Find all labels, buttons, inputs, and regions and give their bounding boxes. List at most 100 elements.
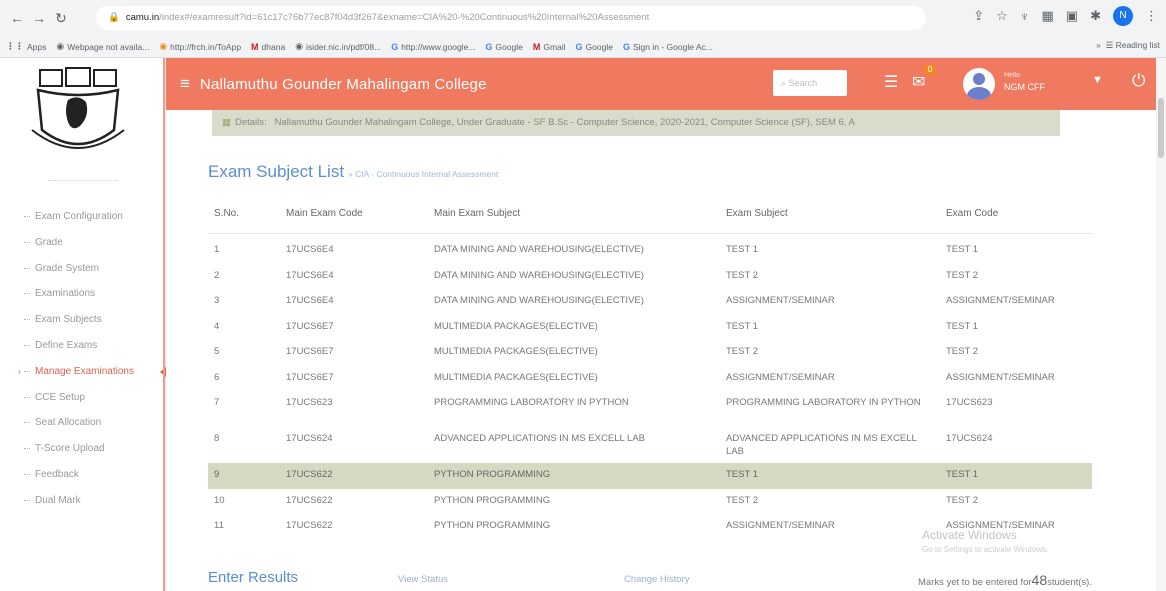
list-icon[interactable]: ☰ [884,72,898,92]
forward-icon[interactable]: → [28,10,50,26]
sidebar-item-seat-allocation[interactable]: Seat Allocation [0,410,166,436]
search-icon: ⌕ [781,78,787,88]
college-logo [31,67,125,149]
bookmark[interactable]: G Sign in - Google Ac... [623,42,713,52]
results-footer: Enter Results View Status Change History… [208,566,1092,590]
table-row[interactable]: 3 17UCS6E4 DATA MINING AND WAREHOUSING(E… [208,289,1092,315]
back-icon[interactable]: ← [6,10,28,26]
cell-exam-code: ASSIGNMENT/SEMINAR [946,371,1055,383]
cell-sno: 1 [214,244,220,255]
puzzle-icon[interactable]: ✱ [1090,8,1101,24]
table-header: S.No. Main Exam Code Main Exam Subject E… [208,196,1092,234]
reload-icon[interactable]: ↻ [50,10,72,27]
page-scrollbar[interactable] [1156,58,1166,591]
cell-main-exam-code: 17UCS623 [286,397,333,408]
hamburger-menu-icon[interactable]: ≡ [180,74,190,94]
bookmark-apps[interactable]: ⋮⋮ Apps [6,41,46,52]
bookmark[interactable]: M Gmail [533,42,566,52]
menu-kebab-icon[interactable]: ⋮ [1145,8,1158,24]
mail-icon[interactable]: ✉ [912,72,925,92]
address-bar[interactable]: 🔒 camu.in/index#/examresult?id=61c17c76b7… [96,6,926,30]
table-row[interactable]: 1 17UCS6E4 DATA MINING AND WAREHOUSING(E… [208,238,1092,264]
apps-grid-icon: ⋮⋮ [6,41,24,51]
globe-icon: ◉ [56,41,65,51]
extension-icon[interactable]: ♆ [1020,9,1030,24]
bookmark[interactable]: Mdhana [251,42,285,52]
user-name[interactable]: NGM CFF [1004,82,1045,92]
cell-sno: 7 [214,397,220,408]
cell-sno: 2 [214,269,220,281]
change-history-link[interactable]: Change History [624,574,689,585]
cell-main-exam-code: 17UCS6E7 [286,320,334,332]
cell-main-exam-code: 17UCS6E7 [286,346,334,357]
top-header: ≡ Nallamuthu Gounder Mahalingam College … [166,58,1166,110]
table-row[interactable]: 5 17UCS6E7 MULTIMEDIA PACKAGES(ELECTIVE)… [208,340,1092,366]
gmail-icon: M [251,41,259,52]
table-row[interactable]: 7 17UCS623 PROGRAMMING LABORATORY IN PYT… [208,391,1092,427]
cell-main-exam-subject: ADVANCED APPLICATIONS IN MS EXCELL LAB [434,433,645,444]
cell-main-exam-code: 17UCS6E4 [286,244,334,255]
table-row[interactable]: 2 17UCS6E4 DATA MINING AND WAREHOUSING(E… [208,264,1092,290]
bookmark[interactable]: G Google [485,42,522,52]
profile-avatar[interactable]: N [1113,6,1133,26]
view-status-link[interactable]: View Status [398,574,448,585]
avatar[interactable] [963,68,995,100]
table-row[interactable]: 10 17UCS622 PYTHON PROGRAMMING TEST 2 TE… [208,489,1092,515]
marks-pending-count: 48 [1031,572,1048,588]
cell-main-exam-subject: DATA MINING AND WAREHOUSING(ELECTIVE) [434,269,644,281]
share-icon[interactable]: ⇪ [973,8,984,24]
bookmark[interactable]: Ghttp://www.google... [391,42,475,52]
power-icon[interactable]: ⏻ [1132,71,1145,91]
windows-activation-title: Activate Windows [922,528,1017,542]
extension-icon[interactable]: ▣ [1066,8,1078,24]
windows-activation-hint: Go to Settings to activate Windows. [922,545,1049,554]
google-icon: G [485,41,493,52]
sidebar-item-grade[interactable]: Grade [0,230,166,256]
table-row[interactable]: 6 17UCS6E7 MULTIMEDIA PACKAGES(ELECTIVE)… [208,366,1092,392]
cell-sno: 10 [214,494,225,506]
bookmark[interactable]: ◉ isider.nic.in/pdf/08... [295,41,381,52]
google-icon: G [391,41,399,52]
table-row[interactable]: 8 17UCS624 ADVANCED APPLICATIONS IN MS E… [208,427,1092,463]
sidebar-item-exam-configuration[interactable]: Exam Configuration [0,204,166,230]
enter-results-link[interactable]: Enter Results [208,569,298,586]
column-header-main-exam-code: Main Exam Code [286,208,363,219]
sidebar-item-manage-examinations[interactable]: › Manage Examinations [0,359,166,385]
cell-exam-subject: TEST 1 [726,320,759,332]
bookmark[interactable]: ◉ http://frch.in/ToApp [159,41,241,52]
sidebar-rail [163,58,165,591]
breadcrumb[interactable]: » CIA - Continuous Internal Assessment [348,169,498,179]
cell-exam-subject: TEST 2 [726,269,759,281]
table-row[interactable]: 4 17UCS6E7 MULTIMEDIA PACKAGES(ELECTIVE)… [208,315,1092,341]
cell-exam-subject: TEST 2 [726,494,759,506]
chevron-right-icon: › [18,366,21,376]
cell-exam-subject: ASSIGNMENT/SEMINAR [726,520,835,531]
bookmark-star-icon[interactable]: ☆ [996,8,1008,24]
sidebar: Exam Configuration Grade Grade System Ex… [0,58,166,591]
site-icon: ◉ [159,41,168,51]
bookmark[interactable]: ◉ Webpage not availa... [56,41,149,52]
sidebar-item-grade-system[interactable]: Grade System [0,256,166,282]
sidebar-item-feedback[interactable]: Feedback [0,462,166,488]
sidebar-item-exam-subjects[interactable]: Exam Subjects [0,307,166,333]
extension-icon[interactable]: ▦ [1042,8,1054,24]
table-row-selected[interactable]: 9 17UCS622 PYTHON PROGRAMMING TEST 1 TES… [208,463,1092,489]
sidebar-item-dual-mark[interactable]: Dual Mark [0,488,166,514]
search-input[interactable]: ⌕ Search [773,70,847,96]
sidebar-item-examinations[interactable]: Examinations [0,281,166,307]
user-greeting: Hello [1004,72,1020,79]
sidebar-item-t-score-upload[interactable]: T-Score Upload [0,436,166,462]
gmail-icon: M [532,41,541,52]
caret-down-icon[interactable]: ▼ [1092,74,1103,86]
globe-icon: ◉ [295,41,304,51]
scrollbar-thumb[interactable] [1158,98,1164,158]
reading-list[interactable]: » ☰ Reading list [1088,40,1160,51]
cell-exam-code: TEST 2 [946,346,979,357]
cell-exam-subject: PROGRAMMING LABORATORY IN PYTHON [726,397,921,408]
bookmarks-bar: ⋮⋮ Apps ◉ Webpage not availa... ◉ http://fr… [0,36,1166,58]
marks-pending-text: Marks yet to be entered for48student(s). [918,572,1092,588]
sidebar-item-cce-setup[interactable]: CCE Setup [0,385,166,411]
sidebar-item-define-exams[interactable]: Define Exams [0,333,166,359]
bookmark[interactable]: G Google [576,42,613,52]
cell-exam-subject: TEST 1 [726,244,759,255]
